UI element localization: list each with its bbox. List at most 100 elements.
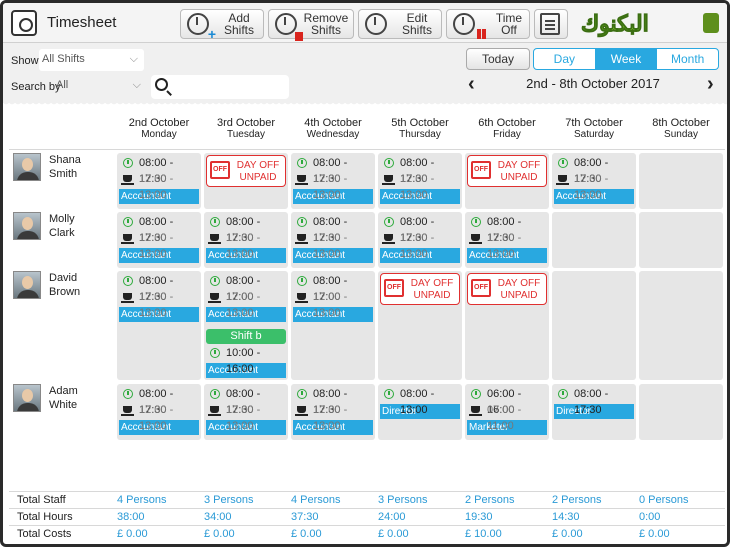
- month-view-button[interactable]: Month: [656, 49, 718, 69]
- shift-block[interactable]: 08:00 - 17:30 12:00 - 13:00 Accountant: [293, 214, 373, 263]
- shift-time: 08:00 - 17:00: [206, 273, 286, 303]
- remove-shifts-button[interactable]: Remove Shifts: [268, 9, 354, 41]
- schedule-cell[interactable]: 08:00 - 17:00 12:00 - 13:00 Accountant Shif…: [204, 271, 288, 380]
- shift-block[interactable]: 08:00 - 17:30 12:00 - 13:00 Accountant: [206, 214, 286, 263]
- schedule-cell[interactable]: 08:00 - 17:30 12:00 - 13:00 Accountant: [117, 384, 201, 440]
- break-time: 12:00 - 13:00: [119, 230, 199, 260]
- show-select[interactable]: All Shifts ⌵: [39, 49, 144, 71]
- schedule-cell[interactable]: [552, 212, 636, 268]
- shift-block[interactable]: 08:00 - 17:00 12:00 - 13:00 Accountant: [206, 273, 286, 322]
- shift-block[interactable]: 08:00 - 17:30 12:00 - 13:00 Accountant: [380, 155, 460, 204]
- shift-block[interactable]: 08:00 - 17:30 12:00 - 13:00 Accountant: [554, 155, 634, 204]
- schedule-cell[interactable]: 08:00 - 17:30 12:00 - 13:00 Accountant: [117, 271, 201, 380]
- schedule-cell[interactable]: 08:00 - 17:30 12:00 - 13:00 Accountant: [378, 212, 462, 268]
- notes-button[interactable]: [534, 9, 568, 39]
- schedule-cell[interactable]: [639, 271, 723, 380]
- total-staff-label: Total Staff: [17, 494, 66, 506]
- add-shifts-button[interactable]: Add Shifts: [180, 9, 264, 42]
- shift-block[interactable]: 08:00 - 17:30 12:00 - 13:00 Accountant: [119, 273, 199, 322]
- day-off-type: UNPAID: [413, 290, 451, 301]
- prev-week-icon[interactable]: ‹: [468, 73, 475, 96]
- shift-block[interactable]: 08:00 - 17:00 12:00 - 13:00 Accountant: [293, 273, 373, 322]
- clock-icon: [471, 389, 481, 399]
- schedule-cell[interactable]: 08:00 - 17:30 12:00 - 13:00 Accountant: [291, 384, 375, 440]
- schedule-cell[interactable]: 08:00 - 13:00 Director: [378, 384, 462, 440]
- shift-block-extra[interactable]: Shift b 10:00 - 16:00 Accountant: [206, 329, 286, 378]
- next-week-icon[interactable]: ›: [707, 73, 714, 96]
- schedule-cell[interactable]: 08:00 - 17:30 12:00 - 13:00 Accountant: [552, 153, 636, 209]
- day-off-badge[interactable]: OFF DAY OFF UNPAID: [206, 155, 286, 187]
- clock-icon: [210, 389, 220, 399]
- break-time: 12:00 - 13:00: [206, 230, 286, 260]
- day-off-type: UNPAID: [500, 172, 538, 183]
- schedule-cell[interactable]: 06:00 - 16:00 07:00 - 11:00 Marketer: [465, 384, 549, 440]
- shift-block[interactable]: 06:00 - 16:00 07:00 - 11:00 Marketer: [467, 386, 547, 435]
- schedule-cell[interactable]: 08:00 - 17:30 12:00 - 13:00 Accountant: [291, 212, 375, 268]
- clock-icon: [123, 276, 133, 286]
- schedule-cell[interactable]: OFF DAY OFF UNPAID: [204, 153, 288, 209]
- total-hours-value: 0:00: [639, 511, 661, 523]
- day-off-badge[interactable]: OFF DAY OFF UNPAID: [467, 273, 547, 305]
- search-by-select[interactable]: All ⌵: [53, 75, 147, 97]
- total-hours-label: Total Hours: [17, 511, 73, 523]
- schedule-cell[interactable]: OFF DAY OFF UNPAID: [378, 271, 462, 380]
- time-off-button[interactable]: Time Off: [446, 9, 530, 39]
- shift-block[interactable]: 08:00 - 17:30 12:00 - 13:00 Accountant: [119, 155, 199, 204]
- schedule-cell[interactable]: 08:00 - 17:30 12:00 - 13:00 Accountant: [117, 153, 201, 209]
- schedule-cell[interactable]: 08:00 - 17:30 Director: [552, 384, 636, 440]
- clock-icon: [384, 158, 394, 168]
- search-icon[interactable]: [155, 78, 168, 91]
- day-view-button[interactable]: Day: [534, 49, 595, 69]
- coffee-cup-icon: [208, 234, 221, 244]
- edit-shifts-button[interactable]: Edit Shifts: [358, 9, 442, 39]
- shift-time: 10:00 - 16:00: [206, 345, 286, 375]
- day-off-text: DAY OFF UNPAID: [494, 160, 544, 184]
- schedule-cell[interactable]: 08:00 - 17:30 12:00 - 13:00 Accountant: [204, 212, 288, 268]
- day-weekday: Monday: [141, 129, 177, 140]
- total-costs-label: Total Costs: [17, 528, 72, 540]
- day-off-badge[interactable]: OFF DAY OFF UNPAID: [380, 273, 460, 305]
- day-off-label: DAY OFF: [410, 278, 454, 289]
- day-weekday: Saturday: [573, 129, 615, 140]
- edit-shift-icon: [365, 13, 387, 35]
- shift-time: 08:00 - 17:30: [293, 214, 373, 244]
- shift-time: 08:00 - 17:30: [206, 386, 286, 416]
- day-header: 6th October Friday: [465, 117, 549, 141]
- schedule-cell[interactable]: [639, 212, 723, 268]
- employee-first-name: Molly: [49, 213, 75, 225]
- schedule-cell[interactable]: 08:00 - 17:30 12:00 - 13:00 Accountant: [291, 153, 375, 209]
- shift-block[interactable]: 08:00 - 17:30 12:00 - 13:00 Accountant: [119, 386, 199, 435]
- search-input[interactable]: [151, 75, 289, 99]
- schedule-cell[interactable]: OFF DAY OFF UNPAID: [465, 271, 549, 380]
- schedule-cell[interactable]: 08:00 - 17:30 12:00 - 13:00 Accountant: [378, 153, 462, 209]
- coffee-cup-icon: [295, 406, 308, 416]
- shift-block[interactable]: 08:00 - 17:30 12:00 - 13:00 Accountant: [206, 386, 286, 435]
- day-off-badge[interactable]: OFF DAY OFF UNPAID: [467, 155, 547, 187]
- shift-block[interactable]: 08:00 - 13:00 Director: [380, 386, 460, 419]
- shift-block[interactable]: 08:00 - 17:30 12:00 - 13:00 Accountant: [467, 214, 547, 263]
- shift-block[interactable]: 08:00 - 17:30 Director: [554, 386, 634, 419]
- schedule-cell[interactable]: OFF DAY OFF UNPAID: [465, 153, 549, 209]
- week-view-button[interactable]: Week: [594, 49, 657, 69]
- shift-block[interactable]: 08:00 - 17:30 12:00 - 13:00 Accountant: [119, 214, 199, 263]
- shift-name-badge: Shift b: [206, 329, 286, 344]
- coffee-cup-icon: [295, 293, 308, 303]
- shift-block[interactable]: 08:00 - 17:30 12:00 - 13:00 Accountant: [380, 214, 460, 263]
- schedule-cell[interactable]: 08:00 - 17:30 12:00 - 13:00 Accountant: [465, 212, 549, 268]
- today-button[interactable]: Today: [466, 48, 530, 70]
- schedule-cell[interactable]: [552, 271, 636, 380]
- shift-block[interactable]: 08:00 - 17:30 12:00 - 13:00 Accountant: [293, 155, 373, 204]
- shift-time: 08:00 - 17:30: [467, 214, 547, 244]
- shift-block[interactable]: 08:00 - 17:30 12:00 - 13:00 Accountant: [293, 386, 373, 435]
- schedule-cell[interactable]: 08:00 - 17:00 12:00 - 13:00 Accountant: [291, 271, 375, 380]
- schedule-cell[interactable]: 08:00 - 17:30 12:00 - 13:00 Accountant: [117, 212, 201, 268]
- shift-time: 08:00 - 17:30: [119, 155, 199, 185]
- header-divider: [9, 149, 725, 150]
- schedule-cell[interactable]: [639, 153, 723, 209]
- total-hours-value: 19:30: [465, 511, 493, 523]
- day-date: 5th October: [391, 117, 449, 129]
- day-off-text: DAY OFF UNPAID: [233, 160, 283, 184]
- schedule-cell[interactable]: 08:00 - 17:30 12:00 - 13:00 Accountant: [204, 384, 288, 440]
- schedule-cell[interactable]: [639, 384, 723, 440]
- employee-first-name: David: [49, 272, 78, 284]
